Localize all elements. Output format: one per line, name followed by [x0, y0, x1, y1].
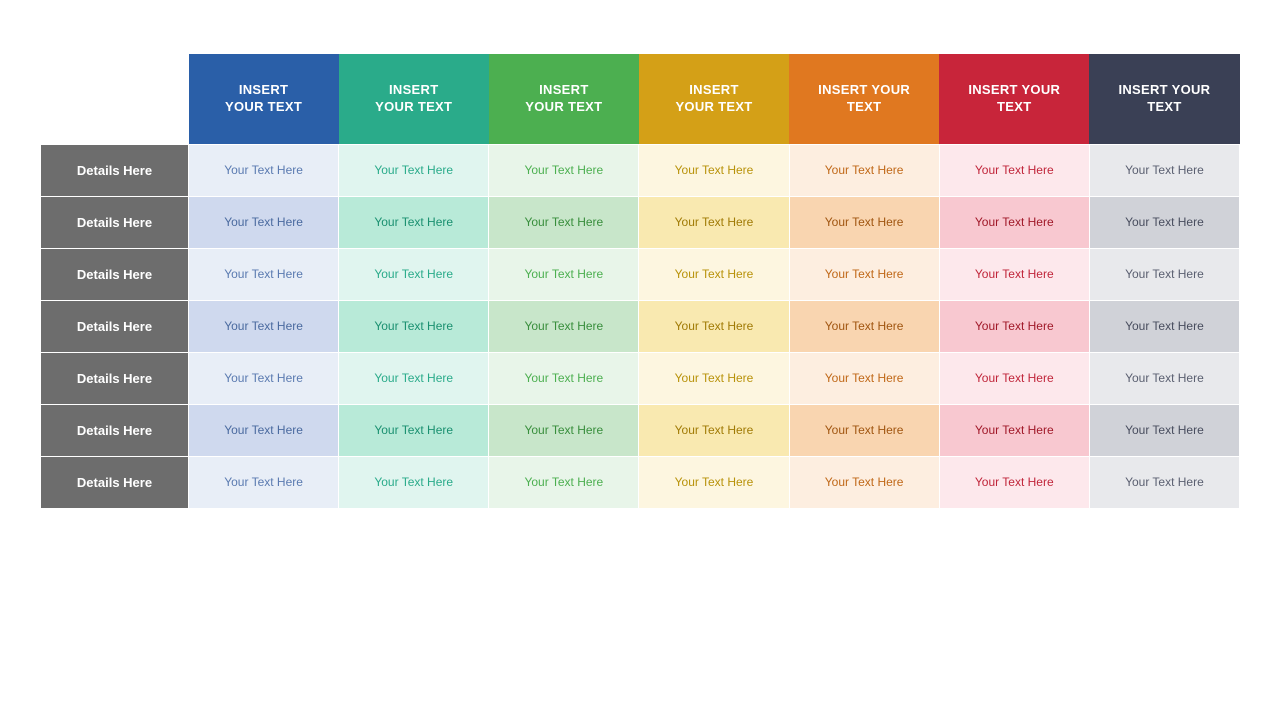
table-cell: Your Text Here: [339, 248, 489, 300]
table-cell: Your Text Here: [339, 352, 489, 404]
table-cell: Your Text Here: [789, 300, 939, 352]
table-cell: Your Text Here: [639, 144, 789, 196]
header-empty-cell: [41, 54, 189, 144]
row-label: Details Here: [41, 352, 189, 404]
table-cell: Your Text Here: [939, 456, 1089, 508]
table-cell: Your Text Here: [489, 196, 639, 248]
table-cell: Your Text Here: [639, 404, 789, 456]
table-cell: Your Text Here: [189, 352, 339, 404]
table-cell: Your Text Here: [339, 456, 489, 508]
table-cell: Your Text Here: [939, 300, 1089, 352]
table-cell: Your Text Here: [789, 404, 939, 456]
table-header: INSERTYOUR TEXTINSERTYOUR TEXTINSERTYOUR…: [41, 54, 1240, 144]
header-cell-2: INSERTYOUR TEXT: [339, 54, 489, 144]
table-cell: Your Text Here: [489, 352, 639, 404]
table-row: Details HereYour Text HereYour Text Here…: [41, 352, 1240, 404]
table-cell: Your Text Here: [339, 300, 489, 352]
row-label: Details Here: [41, 300, 189, 352]
table-cell: Your Text Here: [1089, 404, 1239, 456]
row-label: Details Here: [41, 144, 189, 196]
header-cell-1: INSERTYOUR TEXT: [189, 54, 339, 144]
table-cell: Your Text Here: [639, 456, 789, 508]
table-cell: Your Text Here: [189, 456, 339, 508]
table-cell: Your Text Here: [1089, 352, 1239, 404]
table-cell: Your Text Here: [789, 196, 939, 248]
header-cell-6: INSERT YOURTEXT: [939, 54, 1089, 144]
table-cell: Your Text Here: [489, 300, 639, 352]
table-cell: Your Text Here: [939, 196, 1089, 248]
table-body: Details HereYour Text HereYour Text Here…: [41, 144, 1240, 508]
table-cell: Your Text Here: [939, 352, 1089, 404]
table-cell: Your Text Here: [189, 196, 339, 248]
table-cell: Your Text Here: [1089, 196, 1239, 248]
row-label: Details Here: [41, 196, 189, 248]
table-cell: Your Text Here: [189, 300, 339, 352]
table-row: Details HereYour Text HereYour Text Here…: [41, 144, 1240, 196]
row-label: Details Here: [41, 456, 189, 508]
table-cell: Your Text Here: [789, 248, 939, 300]
table-row: Details HereYour Text HereYour Text Here…: [41, 196, 1240, 248]
table-cell: Your Text Here: [639, 300, 789, 352]
table-cell: Your Text Here: [339, 196, 489, 248]
table-cell: Your Text Here: [189, 404, 339, 456]
table-wrapper: INSERTYOUR TEXTINSERTYOUR TEXTINSERTYOUR…: [40, 54, 1240, 700]
table-cell: Your Text Here: [1089, 144, 1239, 196]
table-cell: Your Text Here: [1089, 456, 1239, 508]
row-label: Details Here: [41, 404, 189, 456]
table-cell: Your Text Here: [1089, 248, 1239, 300]
table-cell: Your Text Here: [939, 144, 1089, 196]
header-cell-3: INSERTYOUR TEXT: [489, 54, 639, 144]
table-row: Details HereYour Text HereYour Text Here…: [41, 300, 1240, 352]
row-label: Details Here: [41, 248, 189, 300]
table-cell: Your Text Here: [489, 248, 639, 300]
table-cell: Your Text Here: [939, 404, 1089, 456]
page-header: [40, 30, 1240, 34]
header-cell-4: INSERTYOUR TEXT: [639, 54, 789, 144]
table-cell: Your Text Here: [489, 404, 639, 456]
table-cell: Your Text Here: [489, 144, 639, 196]
table-cell: Your Text Here: [339, 404, 489, 456]
table-cell: Your Text Here: [789, 352, 939, 404]
table-cell: Your Text Here: [189, 248, 339, 300]
table-row: Details HereYour Text HereYour Text Here…: [41, 248, 1240, 300]
table-row: Details HereYour Text HereYour Text Here…: [41, 404, 1240, 456]
table-cell: Your Text Here: [639, 196, 789, 248]
table-cell: Your Text Here: [189, 144, 339, 196]
table-cell: Your Text Here: [339, 144, 489, 196]
table-cell: Your Text Here: [789, 144, 939, 196]
table-cell: Your Text Here: [639, 248, 789, 300]
table-row: Details HereYour Text HereYour Text Here…: [41, 456, 1240, 508]
page: INSERTYOUR TEXTINSERTYOUR TEXTINSERTYOUR…: [0, 0, 1280, 720]
table-cell: Your Text Here: [789, 456, 939, 508]
comparison-table: INSERTYOUR TEXTINSERTYOUR TEXTINSERTYOUR…: [40, 54, 1240, 509]
table-cell: Your Text Here: [489, 456, 639, 508]
table-cell: Your Text Here: [1089, 300, 1239, 352]
header-cell-5: INSERT YOURTEXT: [789, 54, 939, 144]
header-cell-7: INSERT YOURTEXT: [1089, 54, 1239, 144]
table-cell: Your Text Here: [939, 248, 1089, 300]
table-cell: Your Text Here: [639, 352, 789, 404]
